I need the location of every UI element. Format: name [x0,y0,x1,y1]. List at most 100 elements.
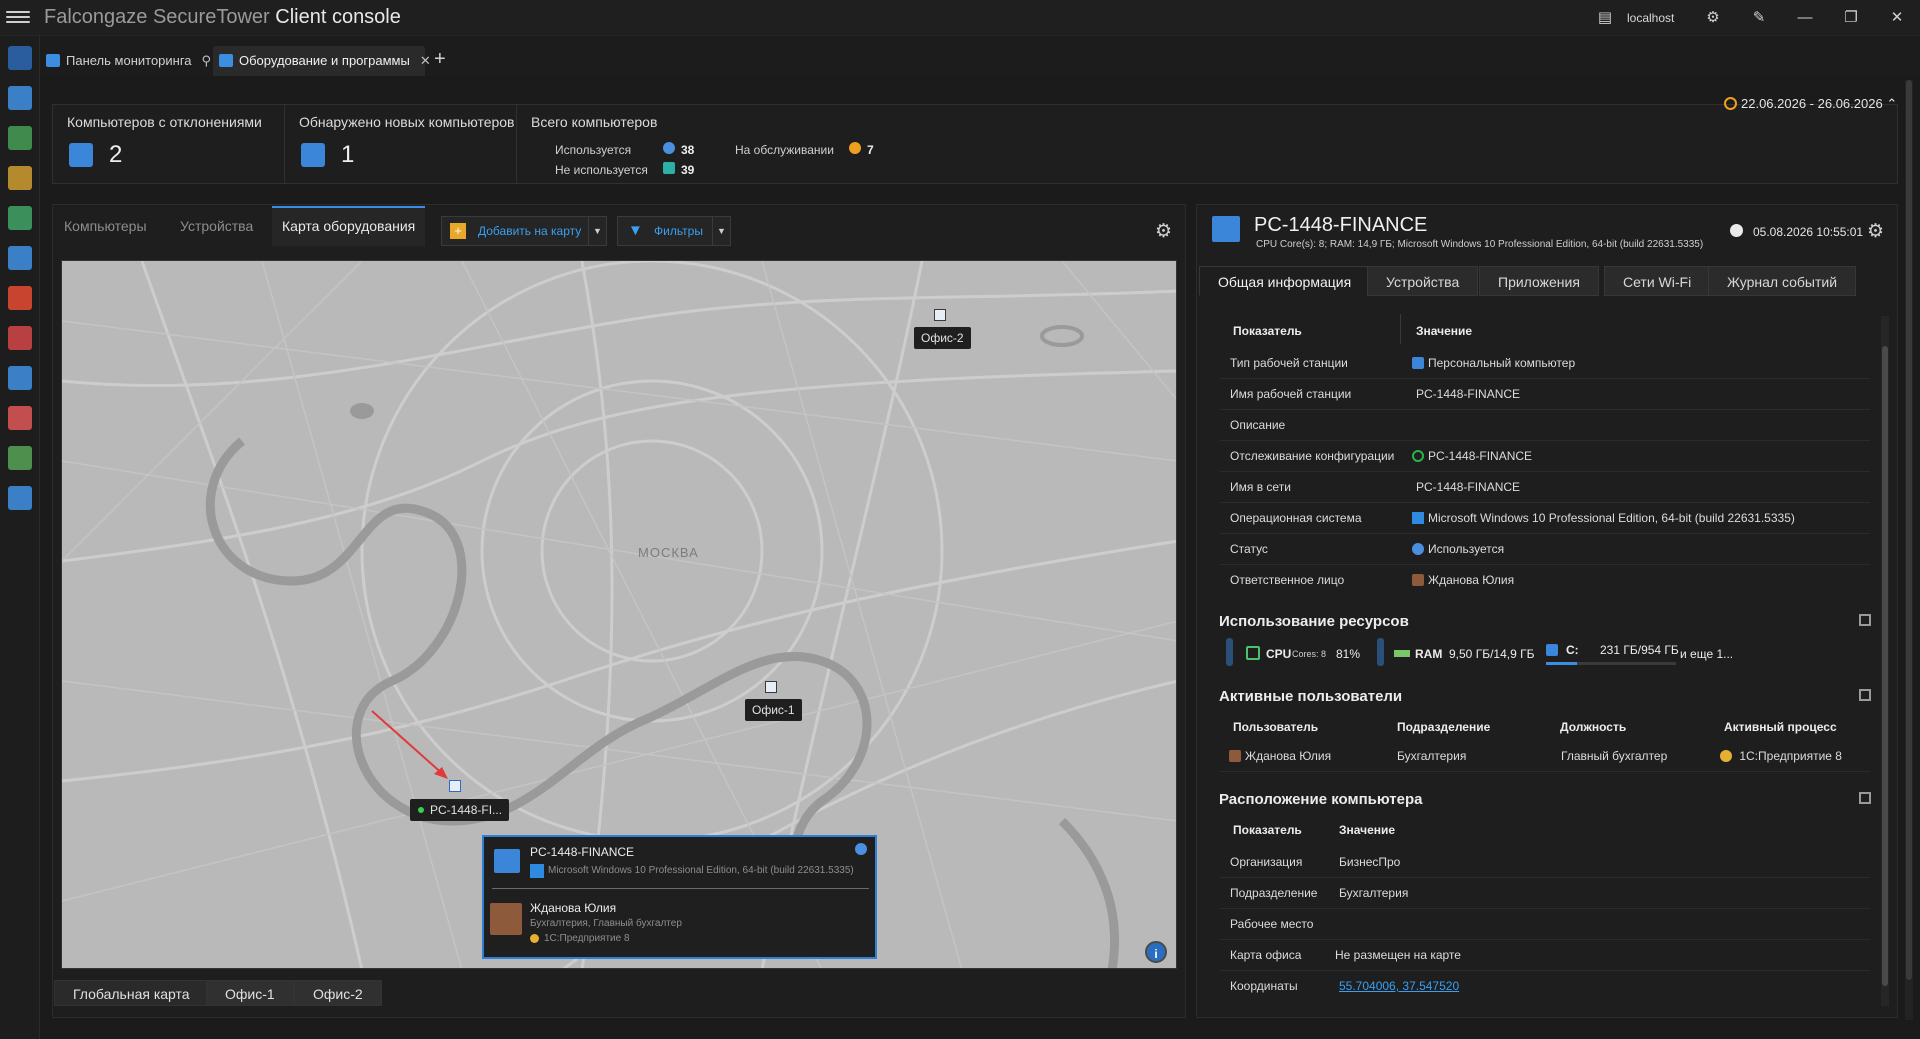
nav-security-icon[interactable] [8,326,32,350]
feedback-icon[interactable]: ✎ [1748,8,1770,28]
dashboard-icon [46,54,60,67]
desktop-icon [1412,357,1424,369]
nav-computers-icon[interactable] [8,366,32,390]
in-use-count[interactable]: 38 [681,143,694,157]
main-scrollbar[interactable] [1905,80,1913,1020]
tab-event-log[interactable]: Журнал событий [1708,266,1857,296]
pc-marker-label[interactable]: PC-1448-FI... [410,799,510,821]
tab-general-info[interactable]: Общая информация [1199,266,1371,296]
location-title: Расположение компьютера [1219,791,1423,808]
restore-icon[interactable]: ❐ [1840,8,1862,28]
office1-label[interactable]: Офис-1 [745,699,802,721]
minimize-icon[interactable]: — [1794,8,1816,28]
nav-alerts-icon[interactable] [8,286,32,310]
column-header-department[interactable]: Подразделение [1397,720,1490,734]
total-computers-cell: Всего компьютеров Используется 38 Не исп… [517,105,897,183]
tab-wifi-networks[interactable]: Сети Wi-Fi [1604,266,1711,296]
summary-panel: Компьютеров с отклонениями 2 Обнаружено … [52,104,1898,184]
row-value: Жданова Юлия [1412,573,1514,587]
disk-more-link[interactable]: и еще 1... [1680,647,1733,661]
nav-investigation-icon[interactable] [8,166,32,190]
nav-remote-icon[interactable] [8,406,32,430]
nav-rules-icon[interactable] [8,246,32,270]
tab-monitoring-panel[interactable]: Панель мониторинга ⚲ [40,46,212,76]
server-icon[interactable]: ▤ [1594,8,1616,28]
copy-icon[interactable] [1859,614,1871,626]
nav-hardware-icon[interactable] [8,486,32,510]
active-users-title: Активные пользователи [1219,688,1403,705]
row-key: Статус [1230,542,1268,556]
date-range[interactable]: 22.06.2026 - 26.06.2026 ⌃ [1724,96,1897,112]
pc-marker-text: PC-1448-FI... [430,803,503,817]
ram-value: 9,50 ГБ/14,9 ГБ [1449,647,1535,661]
nav-users-icon[interactable] [8,126,32,150]
office2-label[interactable]: Офис-2 [914,327,971,349]
column-header-value[interactable]: Значение [1339,823,1395,837]
column-header-position[interactable]: Должность [1560,720,1626,734]
server-label[interactable]: localhost [1627,11,1674,25]
nav-search-icon[interactable] [8,86,32,110]
row-value: Используется [1412,542,1504,556]
process-icon [1720,750,1732,762]
user-row[interactable]: Жданова Юлия Бухгалтерия Главный бухгалт… [1220,741,1870,772]
add-tab-icon[interactable]: + [434,48,446,71]
chevron-up-icon[interactable]: ⌃ [1886,96,1897,111]
in-use-label[interactable]: Используется [555,143,631,157]
tab-devices[interactable]: Устройства [180,218,253,246]
popup-user-department: Бухгалтерия, Главный бухгалтер [530,918,682,929]
chevron-down-icon[interactable]: ▼ [712,217,730,245]
column-divider [1400,314,1401,344]
pin-icon[interactable]: ⚲ [202,53,212,68]
column-header-value[interactable]: Значение [1416,324,1472,338]
office2-pin-icon[interactable] [934,309,946,321]
column-header-active-process[interactable]: Активный процесс [1724,720,1837,734]
tab-office1[interactable]: Офис-1 [206,980,294,1006]
nav-archive-icon[interactable] [8,446,32,470]
settings-icon[interactable]: ⚙ [1702,8,1724,28]
tab-computers[interactable]: Компьютеры [64,218,147,246]
tab-applications[interactable]: Приложения [1479,266,1599,296]
tab-hardware-map[interactable]: Карта оборудования [272,206,426,246]
close-icon[interactable]: ✕ [1886,8,1908,28]
city-label: МОСКВА [638,545,699,560]
new-computers-cell[interactable]: Обнаружено новых компьютеров 1 [285,105,517,183]
service-label[interactable]: На обслуживании [735,143,834,157]
filters-button[interactable]: ▼ Фильтры ▼ [617,216,731,246]
info-row: Статус Используется [1220,534,1870,565]
copy-icon[interactable] [1859,792,1871,804]
coordinates-link[interactable]: 55.704006, 37.547520 [1339,979,1459,993]
unused-count[interactable]: 39 [681,163,694,177]
hamburger-menu-icon[interactable] [6,8,30,28]
nav-monitoring-icon[interactable] [8,46,32,70]
tab-office2[interactable]: Офис-2 [294,980,382,1006]
details-settings-icon[interactable]: ⚙ [1867,220,1884,243]
tab-hardware-software[interactable]: Оборудование и программы ✕ [213,46,431,76]
add-to-map-button[interactable]: + Добавить на карту ▼ [441,216,607,246]
pc-pin-icon[interactable] [449,780,461,792]
unused-label[interactable]: Не используется [555,163,648,177]
in-use-icon [663,142,675,154]
location-row: Организация БизнесПро [1220,847,1870,878]
pc-popup[interactable]: PC-1448-FINANCE Microsoft Windows 10 Pro… [482,835,877,959]
app-title: Falcongaze SecureTower Client console [44,6,401,28]
map-info-icon[interactable]: i [1145,941,1167,963]
nav-reports-icon[interactable] [8,206,32,230]
cpu-percent: 81% [1336,647,1361,661]
column-header-user[interactable]: Пользователь [1233,720,1318,734]
copy-icon[interactable] [1859,689,1871,701]
chevron-down-icon[interactable]: ▼ [588,217,606,245]
total-computers-label: Всего компьютеров [531,114,658,130]
online-status-icon [418,807,424,813]
deviations-cell[interactable]: Компьютеров с отклонениями 2 [53,105,285,183]
details-scrollbar[interactable] [1881,316,1889,1006]
tab-close-icon[interactable]: ✕ [420,53,431,68]
resources-title: Использование ресурсов [1219,613,1409,630]
column-header-indicator[interactable]: Показатель [1233,823,1302,837]
column-header-indicator[interactable]: Показатель [1233,324,1302,338]
service-count[interactable]: 7 [867,143,874,157]
tracking-icon [1412,450,1424,462]
tab-global-map[interactable]: Глобальная карта [54,980,209,1006]
office1-pin-icon[interactable] [765,681,777,693]
map-settings-icon[interactable]: ⚙ [1155,220,1172,243]
tab-devices-detail[interactable]: Устройства [1367,266,1479,296]
